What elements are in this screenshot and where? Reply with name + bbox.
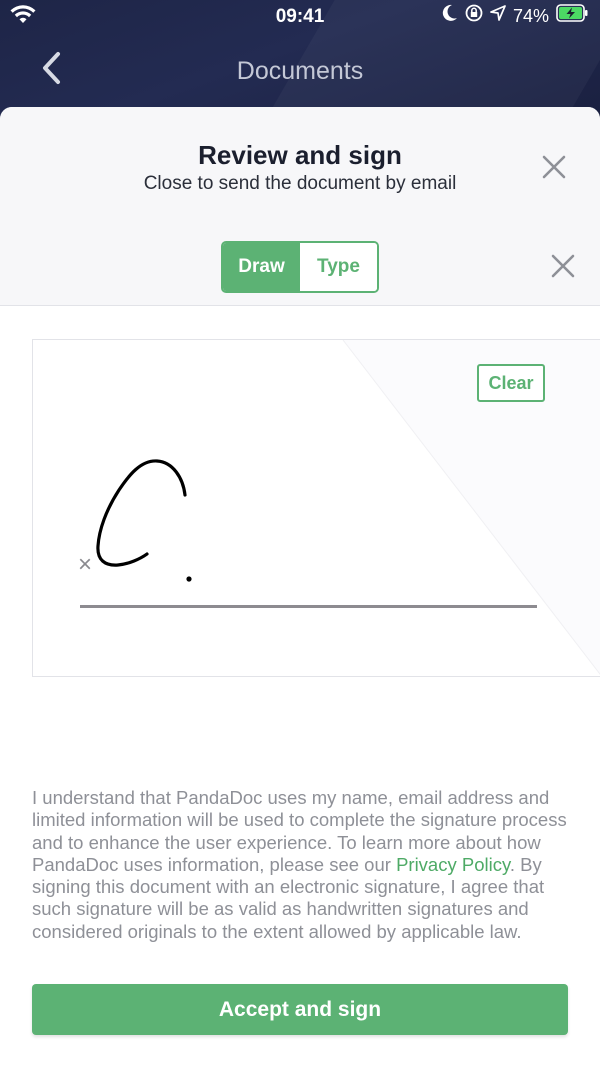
signature-pad[interactable]: Clear ×	[32, 339, 600, 677]
privacy-policy-link[interactable]: Privacy Policy	[396, 854, 510, 875]
battery-percent: 74%	[512, 5, 549, 26]
signature-mode-row: Draw Type	[0, 222, 600, 306]
close-icon	[548, 254, 578, 285]
close-icon	[538, 155, 570, 187]
status-bar: 09:41 74%	[0, 0, 600, 34]
location-arrow-icon	[490, 5, 506, 27]
draw-type-toggle: Draw Type	[221, 241, 379, 293]
battery-charging-icon	[556, 4, 588, 28]
nav-title: Documents	[236, 57, 364, 85]
close-dialog-button[interactable]	[538, 151, 570, 183]
review-and-sign-sheet: Review and sign Close to send the docume…	[0, 107, 600, 1067]
accept-and-sign-button[interactable]: Accept and sign	[32, 984, 568, 1035]
dialog-title: Review and sign	[198, 140, 402, 170]
moon-icon	[442, 4, 458, 28]
dialog-subtitle: Close to send the document by email	[143, 173, 457, 194]
navigation-bar: Documents	[0, 44, 600, 100]
type-tab[interactable]: Type	[300, 243, 377, 291]
app-header-background: 09:41 74% Documents	[0, 0, 600, 120]
draw-tab[interactable]: Draw	[223, 243, 300, 291]
legal-disclaimer: I understand that PandaDoc uses my name,…	[32, 787, 567, 942]
sheet-header: Review and sign Close to send the docume…	[0, 107, 600, 222]
signature-drawing	[96, 459, 192, 582]
rotation-lock-icon	[465, 4, 483, 28]
close-signature-button[interactable]	[548, 251, 578, 281]
